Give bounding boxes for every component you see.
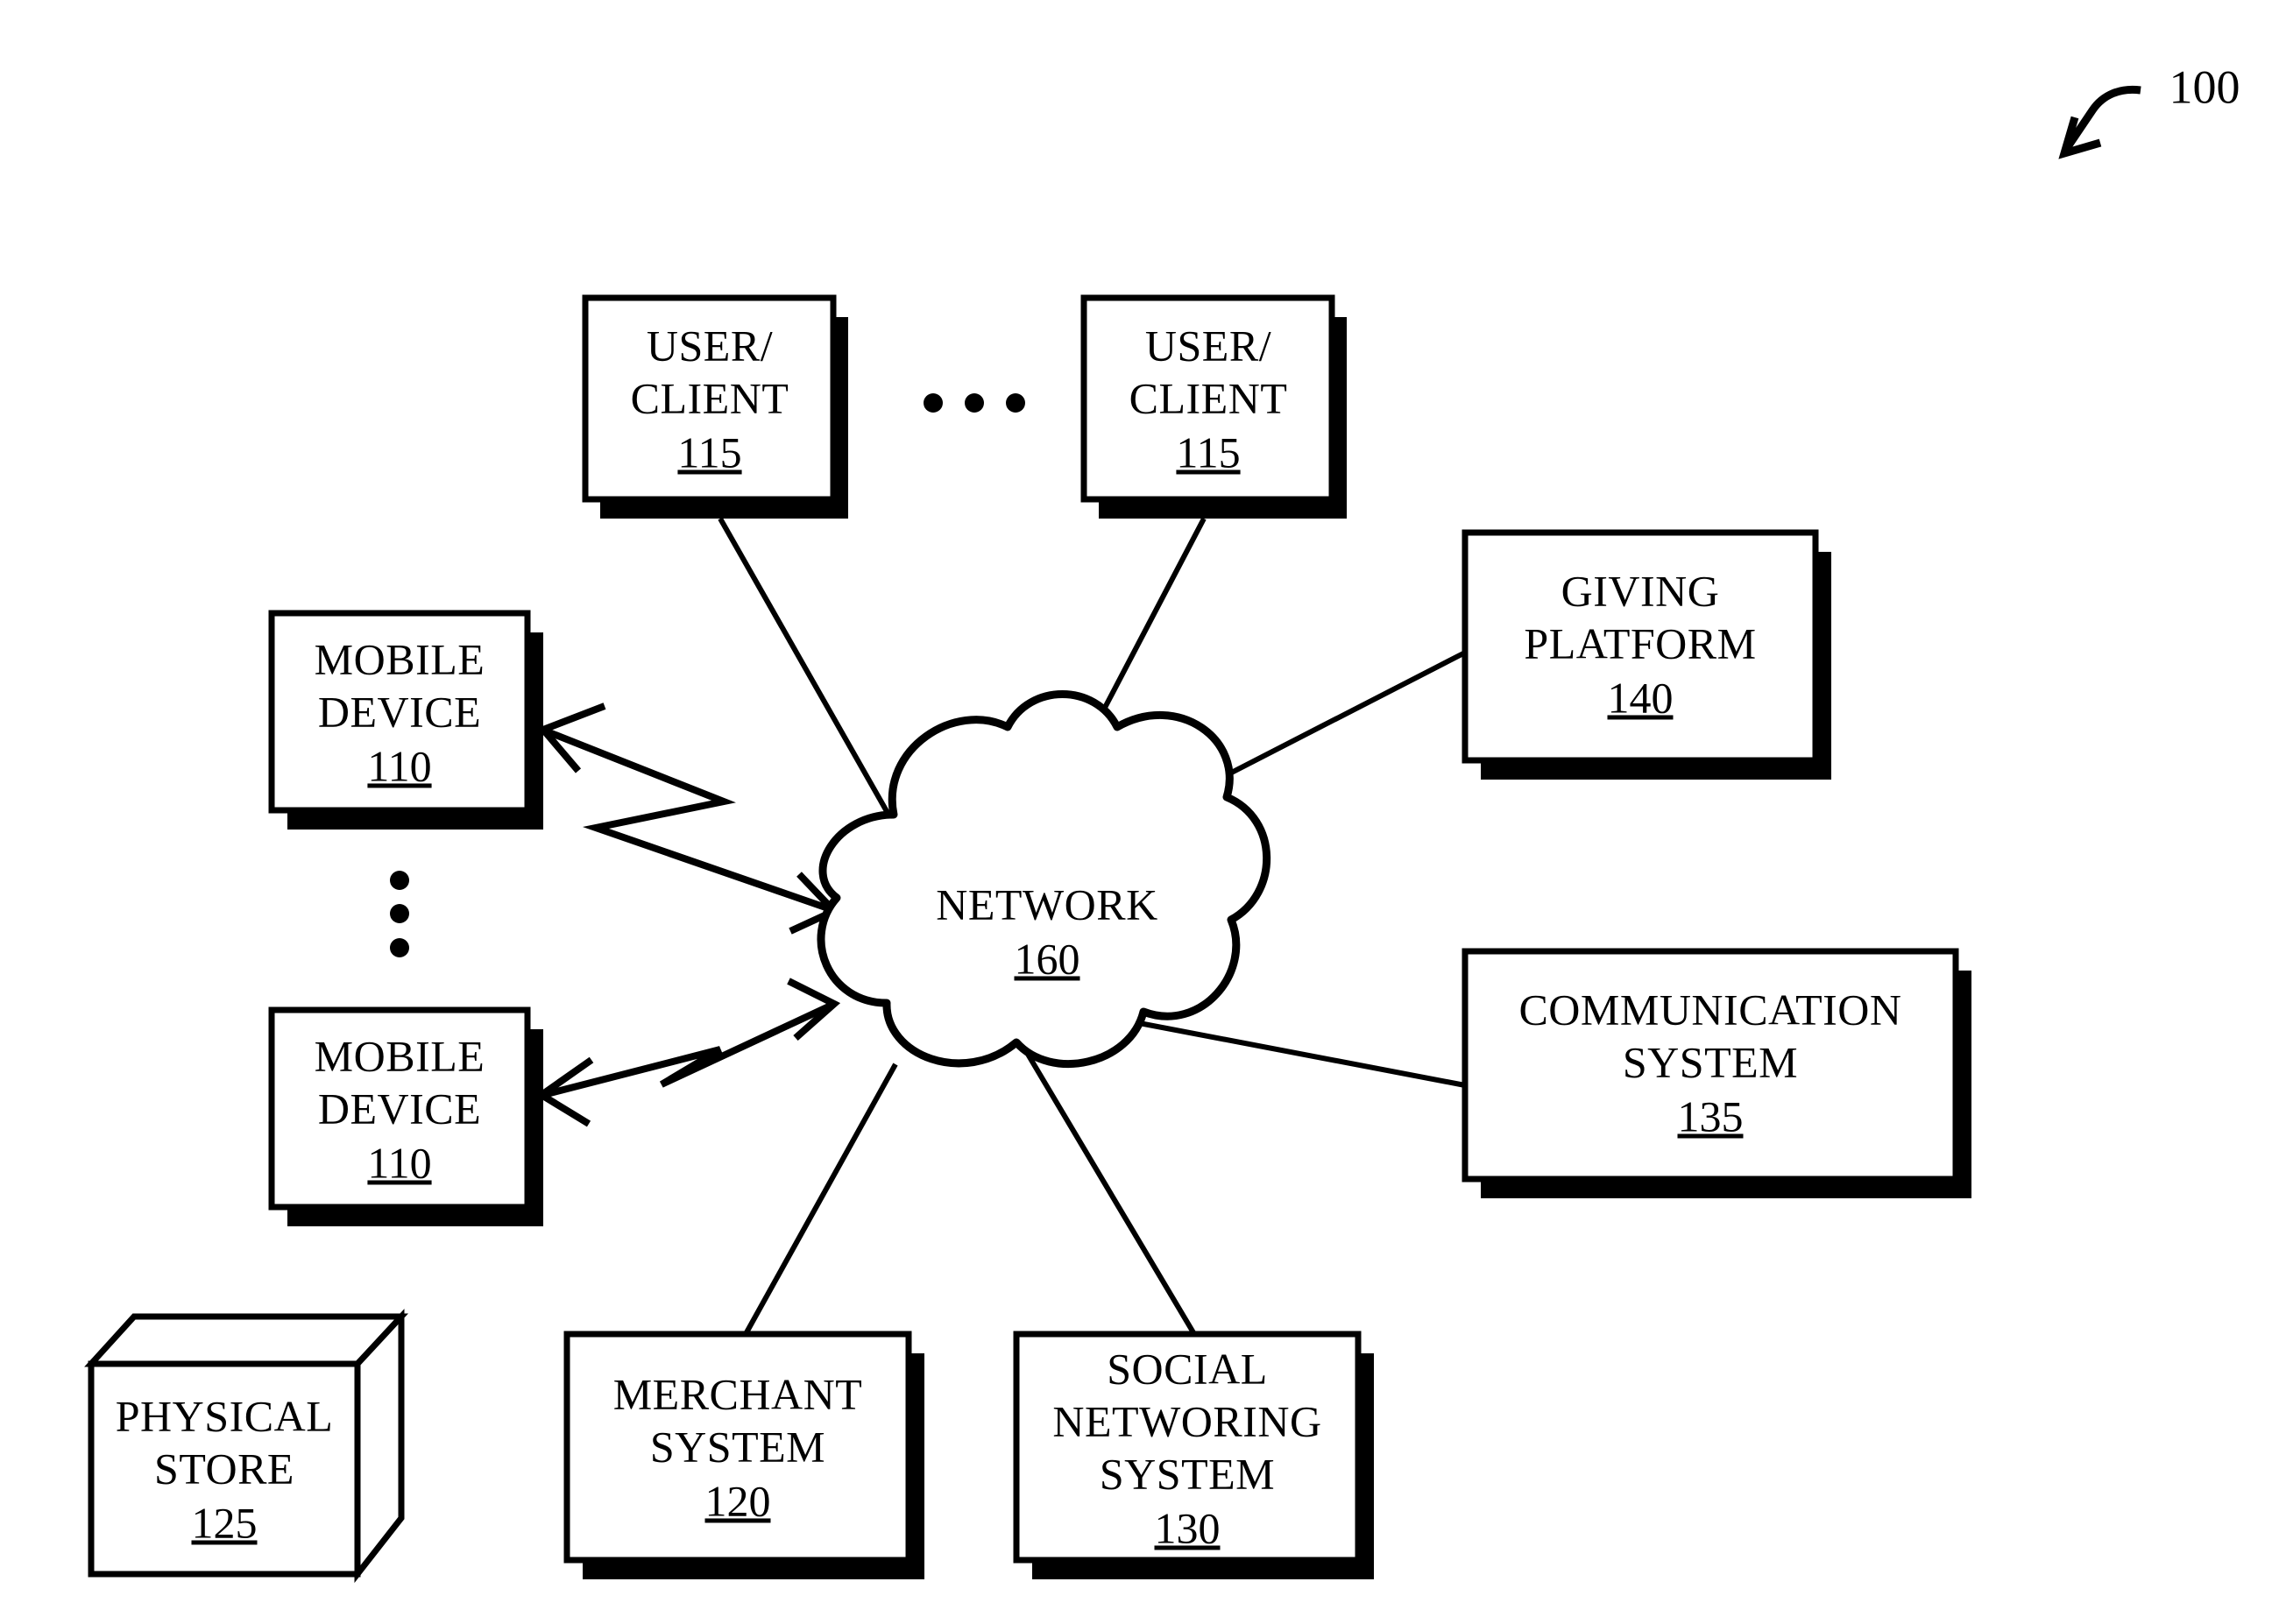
merchant-system-ref: 120 (705, 1476, 771, 1525)
link-merchant-system-to-network (743, 1063, 898, 1336)
physical-store-cube-side-face (354, 1309, 405, 1584)
user-client-right-ref: 115 (1176, 427, 1240, 477)
ellipsis-dot-3 (1006, 393, 1025, 413)
mobile-device-bottom-node[interactable]: MOBILE DEVICE 110 (268, 1006, 543, 1226)
ellipsis-dot-2 (965, 393, 984, 413)
user-client-left-line2: CLIENT (631, 373, 789, 422)
user-client-right-line2: CLIENT (1129, 373, 1288, 422)
physical-store-node[interactable]: PHYSICAL STORE 125 (84, 1309, 409, 1584)
vertical-ellipsis-dot-3 (390, 938, 409, 957)
ellipsis-dot-1 (924, 393, 943, 413)
figure-canvas-root: 100 NETWORK 160 USER/ CLIENT 115 USER/ C… (0, 0, 2272, 1624)
merchant-system-node[interactable]: MERCHANT SYSTEM 120 (563, 1331, 924, 1579)
network-architecture-diagram: 100 NETWORK 160 USER/ CLIENT 115 USER/ C… (84, 60, 2240, 1584)
network-cloud-node[interactable]: NETWORK 160 (817, 690, 1271, 1068)
figure-reference-numeral: 100 (2169, 60, 2240, 113)
giving-platform-line1: GIVING (1561, 566, 1720, 615)
horizontal-ellipsis-between-user-clients (924, 393, 1025, 413)
vertical-ellipsis-dot-2 (390, 904, 409, 923)
mobile-device-bottom-line2: DEVICE (318, 1084, 481, 1133)
mobile-device-top-ref: 110 (367, 741, 431, 790)
physical-store-line2: STORE (154, 1444, 294, 1493)
giving-platform-ref: 140 (1608, 673, 1674, 722)
wireless-link-mobile-bottom (546, 1002, 832, 1098)
physical-store-line1: PHYSICAL (116, 1391, 333, 1440)
merchant-system-line1: MERCHANT (613, 1369, 863, 1418)
figure-reference-callout: 100 (2058, 60, 2240, 159)
social-networking-system-line1: SOCIAL (1107, 1344, 1268, 1393)
communication-system-line1: COMMUNICATION (1518, 985, 1901, 1034)
vertical-ellipsis-dot-1 (390, 871, 409, 890)
social-networking-system-line2: NETWORING (1052, 1396, 1321, 1445)
vertical-ellipsis-between-mobile-devices (390, 871, 409, 957)
physical-store-ref: 125 (192, 1498, 258, 1547)
user-client-right-line1: USER/ (1145, 321, 1271, 370)
giving-platform-line2: PLATFORM (1524, 618, 1756, 667)
user-client-left-line1: USER/ (647, 321, 773, 370)
communication-system-line2: SYSTEM (1623, 1037, 1798, 1086)
social-networking-system-line3: SYSTEM (1100, 1449, 1275, 1498)
mobile-device-bottom-line1: MOBILE (315, 1031, 485, 1080)
user-client-right-node[interactable]: USER/ CLIENT 115 (1080, 294, 1347, 519)
mobile-device-top-node[interactable]: MOBILE DEVICE 110 (268, 610, 543, 830)
user-client-left-node[interactable]: USER/ CLIENT 115 (582, 294, 848, 519)
merchant-system-line2: SYSTEM (650, 1422, 825, 1471)
mobile-device-top-line1: MOBILE (315, 634, 485, 683)
physical-store-cube-top-face (84, 1313, 409, 1367)
wireless-links-group (534, 703, 841, 1127)
link-communication-system-to-network (1115, 1016, 1466, 1088)
giving-platform-node[interactable]: GIVING PLATFORM 140 (1462, 529, 1831, 780)
mobile-device-bottom-ref: 110 (367, 1138, 431, 1187)
network-cloud-label: NETWORK (936, 879, 1157, 929)
link-social-networking-to-network (1021, 1045, 1197, 1336)
link-userclient-left-to-network (718, 517, 890, 815)
social-networking-system-node[interactable]: SOCIAL NETWORING SYSTEM 130 (1013, 1331, 1374, 1579)
user-client-left-ref: 115 (677, 427, 741, 477)
communication-system-node[interactable]: COMMUNICATION SYSTEM 135 (1462, 948, 1971, 1198)
social-networking-system-ref: 130 (1155, 1503, 1221, 1552)
communication-system-ref: 135 (1678, 1091, 1744, 1140)
wireless-link-mobile-top (545, 728, 832, 913)
wireless-arrowhead-mobile-bottom-right (787, 978, 841, 1041)
network-cloud-ref: 160 (1015, 934, 1080, 983)
mobile-device-top-line2: DEVICE (318, 687, 481, 736)
